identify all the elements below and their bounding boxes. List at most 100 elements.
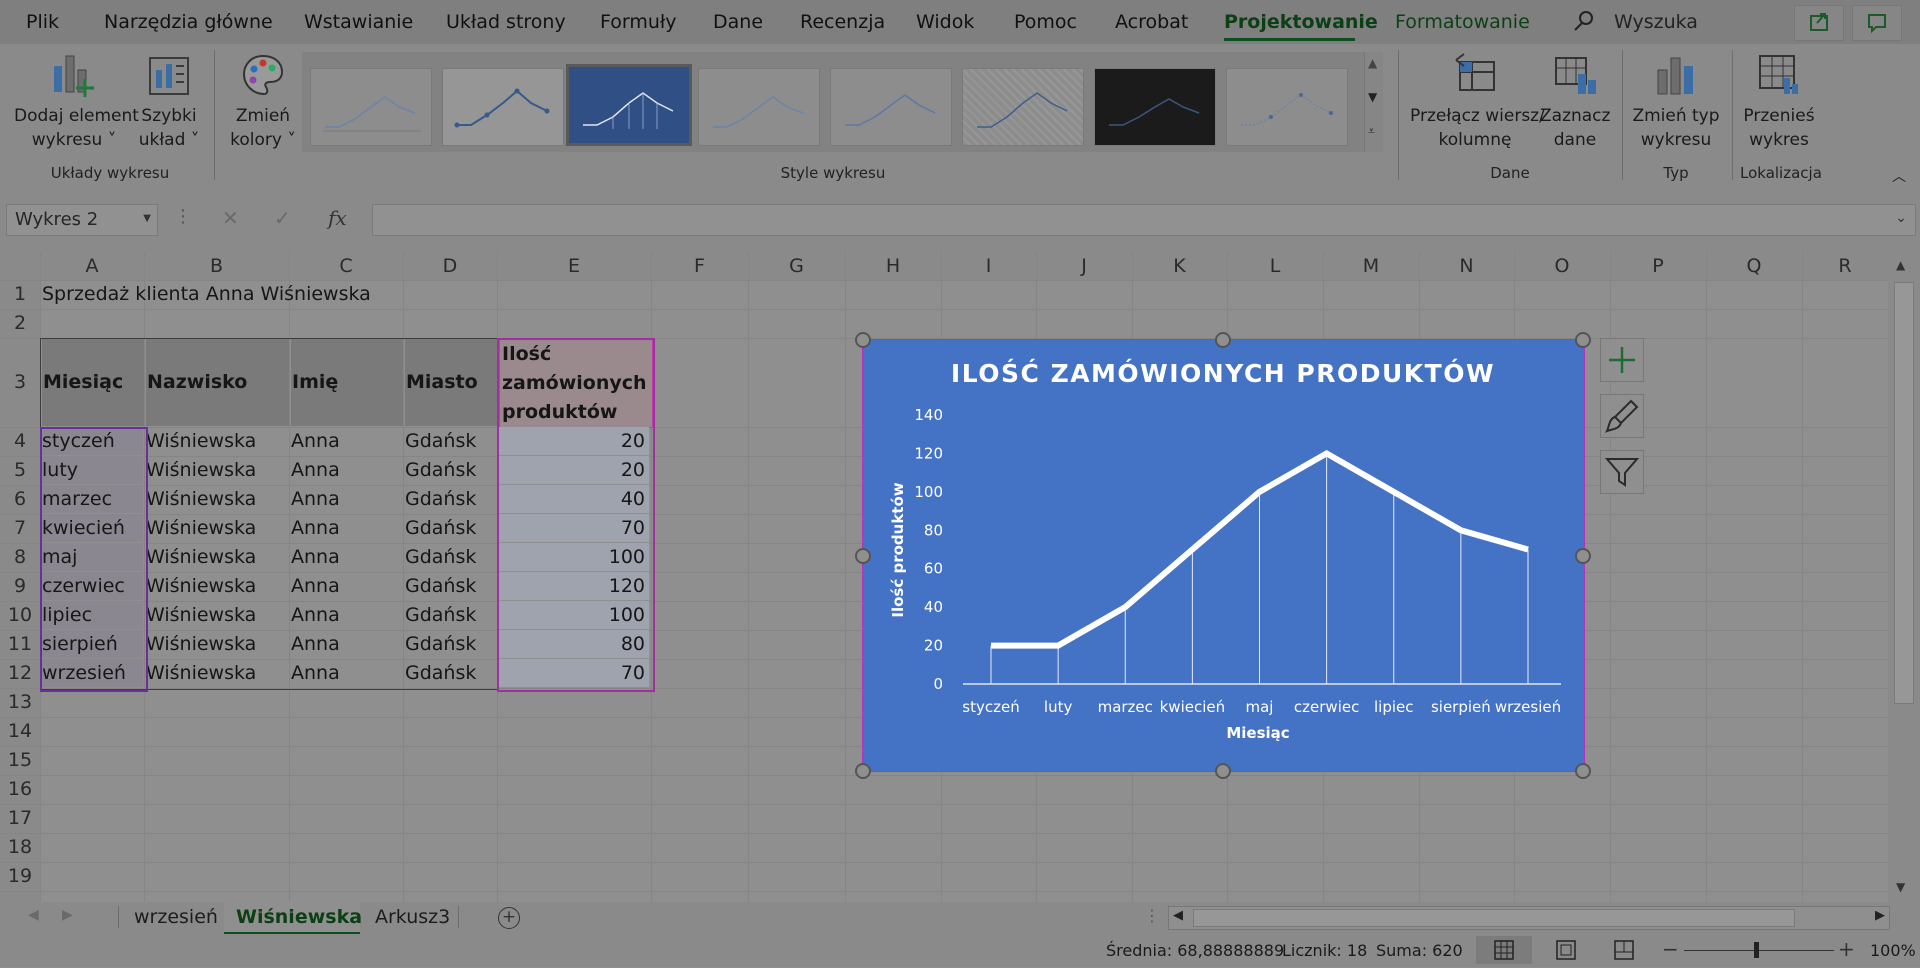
- table-cell[interactable]: Gdańsk: [405, 630, 496, 658]
- table-header[interactable]: Miasto: [405, 339, 497, 426]
- zoom-out-icon[interactable]: −: [1662, 937, 1679, 961]
- menu-plik[interactable]: Plik: [26, 11, 59, 33]
- menu-design[interactable]: Projektowanie: [1224, 11, 1378, 33]
- table-cell[interactable]: marzec: [42, 485, 143, 513]
- table-cell[interactable]: kwiecień: [42, 514, 143, 542]
- table-cell[interactable]: Wiśniewska: [146, 601, 288, 629]
- chart-style-7[interactable]: [1094, 68, 1216, 146]
- chart-style-3-selected[interactable]: [566, 64, 692, 146]
- table-cell[interactable]: Anna: [291, 485, 402, 513]
- table-cell[interactable]: Anna: [291, 601, 402, 629]
- table-cell[interactable]: Gdańsk: [405, 543, 496, 571]
- page-layout-view-button[interactable]: [1552, 936, 1580, 964]
- chart-style-1[interactable]: [310, 68, 432, 146]
- change-chart-type-button[interactable]: Zmień typ wykresu: [1630, 104, 1722, 152]
- switch-row-column-button[interactable]: Przełącz wiersz/kolumnę: [1410, 104, 1545, 152]
- zoom-level[interactable]: 100%: [1870, 941, 1916, 960]
- share-button[interactable]: [1794, 5, 1844, 41]
- table-cell[interactable]: Wiśniewska: [146, 456, 288, 484]
- tab-next-icon[interactable]: ▶: [62, 907, 73, 923]
- chart-style-4[interactable]: [698, 68, 820, 146]
- table-cell[interactable]: lipiec: [42, 601, 143, 629]
- chart-style-8[interactable]: [1226, 68, 1348, 146]
- resize-handle[interactable]: [1575, 548, 1591, 564]
- table-header[interactable]: Nazwisko: [146, 339, 289, 426]
- tab-arkusz3[interactable]: Arkusz3: [375, 902, 450, 932]
- add-chart-element-button[interactable]: Dodaj element wykresu ˅: [14, 104, 139, 152]
- table-cell[interactable]: maj: [42, 543, 143, 571]
- table-header-quantity[interactable]: Ilość zamówionych produktów: [499, 339, 653, 428]
- scroll-thumb[interactable]: [1894, 282, 1914, 704]
- tabs-splitter-icon[interactable]: ⋮: [1144, 906, 1160, 925]
- chevron-up-icon[interactable]: ▲: [1368, 56, 1377, 70]
- scroll-left-icon[interactable]: ◀: [1173, 908, 1183, 923]
- table-cell[interactable]: Gdańsk: [405, 456, 496, 484]
- chart-style-6[interactable]: [962, 68, 1084, 146]
- confirm-icon[interactable]: ✓: [274, 206, 291, 230]
- table-cell[interactable]: Wiśniewska: [146, 572, 288, 600]
- menu-data[interactable]: Dane: [713, 11, 763, 33]
- menu-insert[interactable]: Wstawianie: [304, 11, 413, 33]
- quantity-cell[interactable]: 100: [499, 543, 649, 571]
- change-colors-button[interactable]: Zmień kolory ˅: [224, 104, 302, 152]
- chart[interactable]: ILOŚĆ ZAMÓWIONYCH PRODUKTÓW 0 20 40 60 80 100 1…: [862, 339, 1585, 772]
- table-cell[interactable]: Gdańsk: [405, 572, 496, 600]
- menu-formulas[interactable]: Formuły: [600, 11, 677, 33]
- table-cell[interactable]: Wiśniewska: [146, 630, 288, 658]
- table-cell[interactable]: czerwiec: [42, 572, 143, 600]
- zoom-slider-thumb[interactable]: [1754, 942, 1759, 958]
- zoom-in-icon[interactable]: +: [1838, 937, 1855, 961]
- select-data-button[interactable]: Zaznacz dane: [1540, 104, 1610, 152]
- table-cell[interactable]: Anna: [291, 427, 402, 455]
- chart-elements-button[interactable]: [1600, 338, 1644, 382]
- hscroll-thumb[interactable]: [1193, 909, 1795, 927]
- quantity-cell[interactable]: 70: [499, 659, 649, 687]
- quantity-cell[interactable]: 20: [499, 427, 649, 455]
- chart-filters-button[interactable]: [1600, 450, 1644, 494]
- collapse-ribbon-icon[interactable]: ︿: [1892, 166, 1906, 186]
- menu-review[interactable]: Recenzja: [800, 11, 885, 33]
- scroll-down-icon[interactable]: ▼: [1896, 880, 1905, 894]
- tab-wrzesien[interactable]: wrzesień: [134, 902, 218, 932]
- table-cell[interactable]: Gdańsk: [405, 601, 496, 629]
- menu-home[interactable]: Narzędzia główne: [104, 11, 273, 33]
- table-cell[interactable]: Anna: [291, 514, 402, 542]
- resize-handle[interactable]: [1575, 332, 1591, 348]
- table-cell[interactable]: Anna: [291, 659, 402, 687]
- table-cell[interactable]: Gdańsk: [405, 659, 496, 687]
- search-input[interactable]: Wyszuka: [1614, 11, 1698, 33]
- chart-style-2[interactable]: [442, 68, 564, 146]
- table-cell[interactable]: Wiśniewska: [146, 659, 288, 687]
- dropdown-icon[interactable]: ▼: [143, 213, 151, 224]
- table-cell[interactable]: Wiśniewska: [146, 543, 288, 571]
- resize-handle[interactable]: [1575, 763, 1591, 779]
- move-chart-button[interactable]: Przenieś wykres: [1740, 104, 1818, 152]
- gallery-more-icon[interactable]: ⩡: [1368, 124, 1375, 139]
- table-cell[interactable]: sierpień: [42, 630, 143, 658]
- comments-button[interactable]: [1852, 5, 1902, 41]
- zoom-slider-track[interactable]: [1684, 950, 1834, 951]
- resize-handle[interactable]: [855, 763, 871, 779]
- quantity-cell[interactable]: 100: [499, 601, 649, 629]
- table-cell[interactable]: Gdańsk: [405, 514, 496, 542]
- resize-handle[interactable]: [1215, 332, 1231, 348]
- table-cell[interactable]: luty: [42, 456, 143, 484]
- table-cell[interactable]: Gdańsk: [405, 427, 496, 455]
- quantity-cell[interactable]: 20: [499, 456, 649, 484]
- table-cell[interactable]: Anna: [291, 630, 402, 658]
- table-header[interactable]: Imię: [291, 339, 403, 426]
- vertical-scrollbar[interactable]: ▲ ▼: [1888, 252, 1920, 902]
- table-header[interactable]: Miesiąc: [42, 339, 144, 426]
- insert-function-icon[interactable]: fx: [328, 206, 347, 230]
- menu-acrobat[interactable]: Acrobat: [1115, 11, 1188, 33]
- quantity-cell[interactable]: 80: [499, 630, 649, 658]
- gallery-scroll[interactable]: ▲ ▼ ⩡: [1364, 52, 1383, 152]
- table-cell[interactable]: Gdańsk: [405, 485, 496, 513]
- cancel-icon[interactable]: ✕: [222, 206, 239, 230]
- table-cell[interactable]: Wiśniewska: [146, 514, 288, 542]
- search-icon[interactable]: [1572, 9, 1596, 37]
- resize-handle[interactable]: [855, 332, 871, 348]
- resize-handle[interactable]: [1215, 763, 1231, 779]
- quantity-cell[interactable]: 40: [499, 485, 649, 513]
- formula-input[interactable]: ⌄: [372, 204, 1916, 236]
